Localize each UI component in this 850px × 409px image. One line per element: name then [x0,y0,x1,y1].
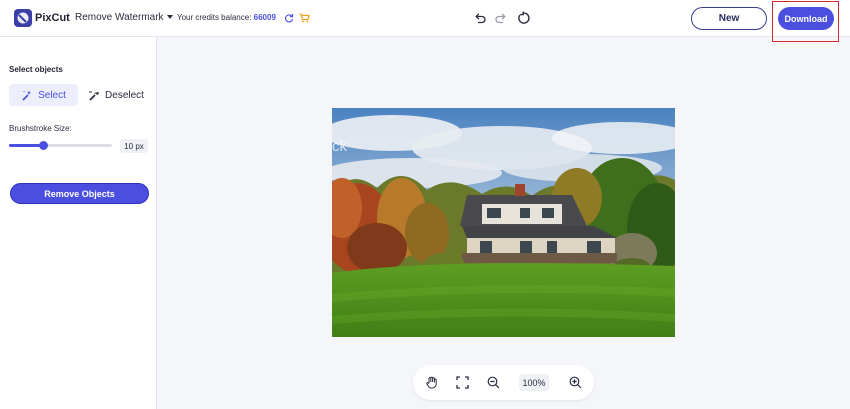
pixcut-logo-icon[interactable] [14,9,32,27]
tool-selector-dropdown[interactable]: Remove Watermark [75,12,173,23]
tool-selector-label: Remove Watermark [75,12,164,23]
zoom-out-icon[interactable] [487,376,500,389]
reset-icon[interactable] [516,11,530,25]
edited-image[interactable]: ck [332,108,675,337]
redo-icon[interactable] [495,12,508,25]
brushstroke-slider[interactable] [9,141,112,150]
remove-objects-button[interactable]: Remove Objects [10,183,149,204]
house-photo [332,108,675,337]
select-objects-heading: Select objects [9,65,63,74]
credits-balance: Your credits balance: 66009 [177,13,276,22]
select-button[interactable]: Select [9,84,78,106]
zoom-level: 100% [519,374,549,391]
slider-fill [9,144,43,147]
magic-select-icon [22,90,32,101]
download-highlight-box [772,1,839,42]
undo-icon[interactable] [473,12,486,25]
slider-thumb[interactable] [38,141,48,150]
new-button[interactable]: New [691,7,767,30]
hand-icon[interactable] [425,376,438,389]
fit-screen-icon[interactable] [456,376,469,389]
deselect-button[interactable]: Deselect [84,84,148,106]
select-label: Select [38,89,66,101]
brand-name: PixCut [35,12,70,24]
left-sidebar: Select objects Select Deselect Brushstro… [0,37,157,409]
top-bar: PixCut Remove Watermark Your credits bal… [0,0,850,37]
deselect-label: Deselect [105,89,144,101]
refresh-icon[interactable] [284,13,294,23]
zoom-in-icon[interactable] [569,376,582,389]
watermark-text: ck [332,138,347,155]
credits-value: 66009 [253,13,276,22]
zoom-toolbar: 100% [413,365,594,400]
credits-label: Your credits balance: [177,13,252,22]
magic-deselect-icon [89,91,100,101]
brushstroke-size-label: Brushstroke Size: [9,124,72,133]
cart-icon[interactable] [299,13,310,23]
brushstroke-value: 10 px [120,139,148,153]
chevron-down-icon [166,15,173,19]
